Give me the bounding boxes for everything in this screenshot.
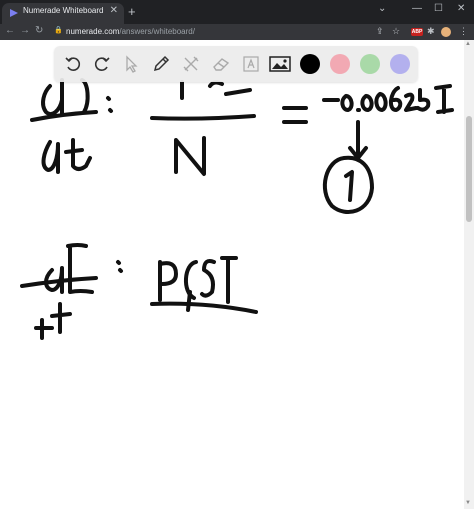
address-bar[interactable]: 🔒 numerade.com/answers/whiteboard/ <box>52 26 388 38</box>
image-upload-button[interactable] <box>269 53 291 75</box>
whiteboard-canvas[interactable]: ▲ ▼ <box>0 40 474 509</box>
scroll-down-icon[interactable]: ▼ <box>465 500 471 506</box>
url-text: numerade.com/answers/whiteboard/ <box>66 27 195 36</box>
browser-toolbar: ← → ↻ 🔒 numerade.com/answers/whiteboard/… <box>0 24 474 40</box>
page-scrollbar[interactable]: ▲ ▼ <box>464 40 474 509</box>
new-tab-icon[interactable]: + <box>128 4 136 19</box>
eraser-icon <box>213 58 230 71</box>
browser-tab-strip: Numerade Whiteboard ✕ + ⌄ — ☐ ✕ <box>0 0 474 24</box>
scroll-up-icon[interactable]: ▲ <box>465 41 471 47</box>
tab-search-chevron-icon[interactable]: ⌄ <box>378 3 386 14</box>
maximize-icon[interactable]: ☐ <box>434 3 443 14</box>
pen-icon <box>153 55 170 72</box>
forward-icon[interactable]: → <box>20 25 30 36</box>
browser-tab[interactable]: Numerade Whiteboard ✕ <box>2 3 124 24</box>
undo-button[interactable] <box>62 53 84 75</box>
numerade-favicon-icon <box>10 9 18 17</box>
color-swatch-green[interactable] <box>360 54 380 74</box>
redo-button[interactable] <box>91 53 113 75</box>
stroke-lower-one <box>186 290 192 312</box>
tools-icon <box>183 56 199 72</box>
color-swatch-pink[interactable] <box>330 54 350 74</box>
close-window-icon[interactable]: ✕ <box>457 3 465 14</box>
stroke-equals <box>282 106 308 124</box>
browser-menu-icon[interactable]: ⋮ <box>459 26 468 37</box>
profile-avatar[interactable] <box>441 27 451 37</box>
minimize-icon[interactable]: — <box>412 3 422 14</box>
stroke-dot-2 <box>116 260 123 273</box>
scroll-thumb[interactable] <box>466 116 472 222</box>
extensions-puzzle-icon[interactable]: ✱ <box>427 26 435 37</box>
lock-icon: 🔒 <box>54 27 63 34</box>
stroke-circle <box>322 155 374 214</box>
undo-icon <box>65 57 81 71</box>
eraser-button[interactable] <box>210 53 232 75</box>
handwritten-math <box>20 78 454 340</box>
reload-icon[interactable]: ↻ <box>35 25 43 36</box>
stroke-denominator-N <box>174 136 206 176</box>
color-swatch-lavender[interactable] <box>390 54 410 74</box>
image-icon <box>269 56 291 72</box>
stroke-lower-dI <box>44 243 94 294</box>
url-host: numerade.com <box>66 27 120 36</box>
stroke-numerator-dI <box>41 78 90 117</box>
select-tool-button[interactable] <box>120 53 142 75</box>
stroke-numerator-partial <box>180 80 252 100</box>
color-swatch-black[interactable] <box>300 54 320 74</box>
whiteboard-tool-palette <box>54 46 418 82</box>
stroke-result <box>322 84 454 114</box>
stroke-lower-dt <box>34 302 72 340</box>
stroke-dot-1 <box>106 96 113 113</box>
stroke-arrow <box>348 120 368 160</box>
adblock-extension-icon[interactable]: ABP <box>411 28 423 36</box>
stroke-fraction-bar-2 <box>150 114 256 121</box>
stroke-circled-one <box>344 170 354 202</box>
stroke-fraction-bar-4 <box>150 301 258 314</box>
stroke-denominator-dt <box>41 138 92 174</box>
stroke-fraction-bar-1 <box>30 110 98 122</box>
bookmark-star-icon[interactable]: ☆ <box>392 26 400 37</box>
url-path: /answers/whiteboard/ <box>119 27 195 36</box>
back-icon[interactable]: ← <box>5 25 15 36</box>
stroke-pcsi <box>158 256 238 304</box>
text-icon <box>243 56 259 72</box>
pointer-icon <box>126 55 138 73</box>
redo-icon <box>94 57 110 71</box>
pen-tool-button[interactable] <box>150 53 172 75</box>
tools-button[interactable] <box>180 53 202 75</box>
tab-close-icon[interactable]: ✕ <box>110 5 118 16</box>
text-tool-button[interactable] <box>240 53 262 75</box>
tab-title: Numerade Whiteboard <box>23 6 104 15</box>
share-icon[interactable]: ⇪ <box>376 26 384 37</box>
